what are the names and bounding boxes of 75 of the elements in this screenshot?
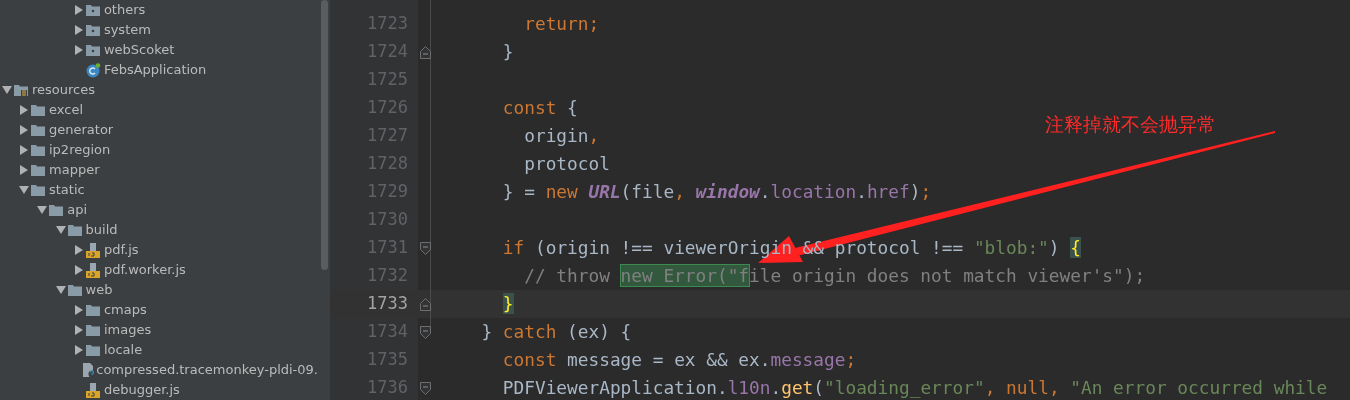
folder-icon (67, 224, 82, 236)
js-file-icon (85, 262, 100, 278)
resources-folder-icon (14, 83, 28, 97)
folder-icon (31, 164, 45, 176)
code-line: origin, (523, 125, 600, 146)
folder-icon (67, 284, 82, 296)
spring-app-icon (85, 62, 101, 78)
fold-start-icon[interactable] (419, 325, 431, 339)
line-number: 1733 (367, 293, 408, 314)
tree-item-label[interactable]: static (49, 180, 85, 200)
collapsed-arrow-icon[interactable] (73, 45, 84, 55)
collapsed-arrow-icon[interactable] (19, 105, 29, 115)
js-file-icon (85, 242, 100, 258)
package-folder-icon (85, 44, 100, 56)
folder-icon (85, 304, 100, 316)
tree-item-label[interactable]: others (103, 0, 146, 20)
scrollbar-thumb[interactable] (320, 0, 328, 270)
collapsed-arrow-icon[interactable] (19, 165, 29, 175)
collapsed-arrow-icon[interactable] (19, 145, 29, 155)
tree-item-label[interactable]: web (85, 280, 113, 300)
tree-item-label[interactable]: pdf.js (103, 240, 139, 260)
folder-icon (31, 184, 45, 196)
code-line: } (501, 41, 514, 62)
folder-icon (85, 324, 100, 336)
annotation-text: 注释掉就不会抛异常 (1045, 112, 1216, 137)
code-line: const message = ex && ex.message; (501, 349, 857, 370)
collapsed-arrow-icon[interactable] (73, 5, 84, 15)
collapsed-arrow-icon[interactable] (73, 325, 84, 335)
collapsed-arrow-icon[interactable] (73, 305, 84, 315)
fold-start-icon[interactable] (419, 381, 431, 395)
tree-item-label[interactable]: cmaps (103, 300, 147, 320)
tree-item-label[interactable]: webScoket (103, 40, 175, 60)
tree-item-label[interactable]: debugger.js (103, 380, 180, 400)
tree-item-label[interactable]: resources (32, 80, 95, 100)
fold-end-icon[interactable] (419, 297, 431, 311)
scrollbar[interactable] (318, 0, 330, 400)
tree-item-label[interactable]: compressed.tracemonkey-pldi-09. (96, 360, 318, 380)
expanded-arrow-icon[interactable] (55, 285, 66, 295)
folder-icon (31, 144, 45, 156)
folder-icon (31, 104, 45, 116)
collapsed-arrow-icon[interactable] (73, 345, 84, 355)
fold-end-icon[interactable] (419, 45, 431, 59)
tree-item-label[interactable]: excel (49, 100, 83, 120)
package-folder-icon (85, 4, 100, 16)
collapsed-arrow-icon[interactable] (19, 125, 29, 135)
expanded-arrow-icon[interactable] (2, 85, 12, 95)
expanded-arrow-icon[interactable] (19, 185, 29, 195)
tree-item-label[interactable]: build (85, 220, 118, 240)
tree-item-label[interactable]: system (103, 20, 151, 40)
tree-item-label[interactable]: generator (49, 120, 114, 140)
tree-item-label[interactable]: locale (103, 340, 143, 360)
unknown-file-icon (82, 362, 97, 378)
code-line: } = new URL(file, window.location.href); (501, 181, 932, 202)
tree-item-label[interactable]: FebsApplication (103, 60, 207, 80)
expanded-arrow-icon[interactable] (37, 205, 48, 215)
folder-icon (85, 344, 100, 356)
fold-start-icon[interactable] (419, 241, 431, 255)
tree-item-label[interactable]: mapper (49, 160, 100, 180)
code-line: const { (501, 97, 578, 118)
code-line: PDFViewerApplication.l10n.get("loading_error", null, "An error occurred while (501, 377, 1328, 398)
collapsed-arrow-icon[interactable] (73, 25, 84, 35)
package-folder-icon (85, 24, 100, 36)
code-line: protocol (523, 153, 610, 174)
folder-icon (49, 204, 64, 216)
tree-item-label[interactable]: pdf.worker.js (103, 260, 186, 280)
tree-item-label[interactable]: ip2region (49, 140, 111, 160)
collapsed-arrow-icon[interactable] (73, 265, 84, 275)
tree-item-label[interactable]: images (103, 320, 152, 340)
folder-icon (31, 124, 45, 136)
expanded-arrow-icon[interactable] (55, 225, 66, 235)
code-line: } catch (ex) { (480, 321, 632, 342)
code-line: // throw new Error("file origin does not match viewer's"); (523, 265, 1146, 286)
tree-item-label[interactable]: api (67, 200, 88, 220)
code-line: return; (523, 13, 600, 34)
collapsed-arrow-icon[interactable] (73, 245, 84, 255)
